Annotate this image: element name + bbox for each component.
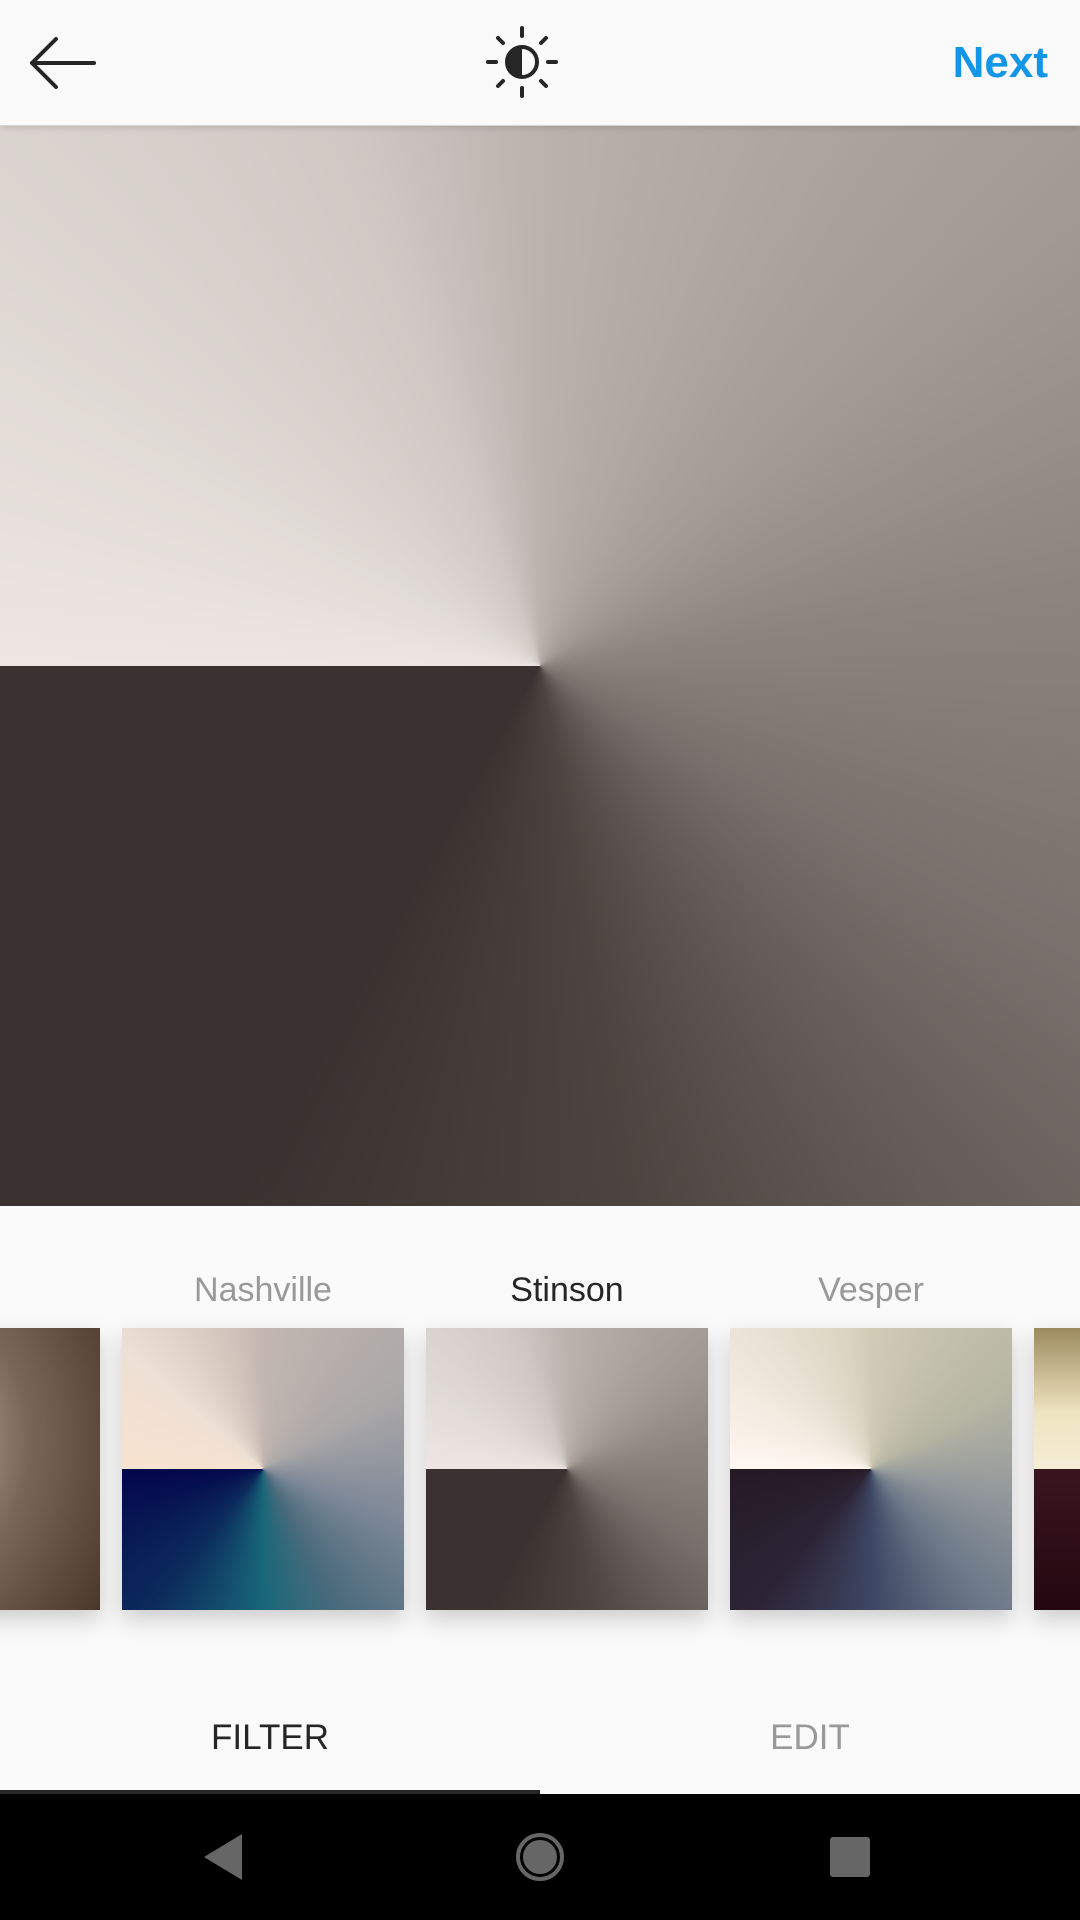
next-button[interactable]: Next [953, 30, 1048, 96]
filter-item-partial-left[interactable] [0, 1206, 100, 1646]
filter-label: Stinson [510, 1271, 624, 1309]
filter-strip[interactable]: Nashville Stinson Vesper [0, 1206, 1080, 1646]
filter-item-partial-right[interactable] [1034, 1206, 1080, 1646]
nav-home-icon [516, 1833, 564, 1881]
filter-thumbnail [0, 1328, 100, 1610]
filter-thumbnail [1034, 1328, 1080, 1610]
arrow-left-icon [30, 37, 96, 89]
filter-item-stinson[interactable]: Stinson [426, 1206, 708, 1646]
nav-recents-icon [830, 1837, 870, 1877]
nav-back-icon [204, 1834, 242, 1880]
filter-item-vesper[interactable]: Vesper [730, 1206, 1012, 1646]
filter-thumbnail [122, 1328, 404, 1610]
photo-preview [0, 126, 1080, 1206]
screen: Next Nashville Stinson Vesper FILTER EDI… [0, 0, 1080, 1920]
filter-label: Vesper [818, 1271, 924, 1309]
filter-thumbnail [426, 1328, 708, 1610]
nav-home-button[interactable] [505, 1822, 575, 1892]
nav-recents-button[interactable] [815, 1822, 885, 1892]
nav-back-button[interactable] [190, 1822, 260, 1892]
mode-tabs: FILTER EDIT [0, 1690, 1080, 1794]
tab-filter[interactable]: FILTER [0, 1690, 540, 1794]
top-bar: Next [0, 0, 1080, 126]
photo-art [0, 126, 1080, 1206]
brightness-contrast-icon [486, 26, 558, 98]
filter-thumbnail [730, 1328, 1012, 1610]
system-nav-bar [0, 1794, 1080, 1920]
tab-edit[interactable]: EDIT [540, 1690, 1080, 1794]
filter-label: Nashville [194, 1271, 332, 1309]
back-button[interactable] [22, 26, 102, 100]
filter-item-nashville[interactable]: Nashville [122, 1206, 404, 1646]
lux-button[interactable] [482, 22, 562, 102]
